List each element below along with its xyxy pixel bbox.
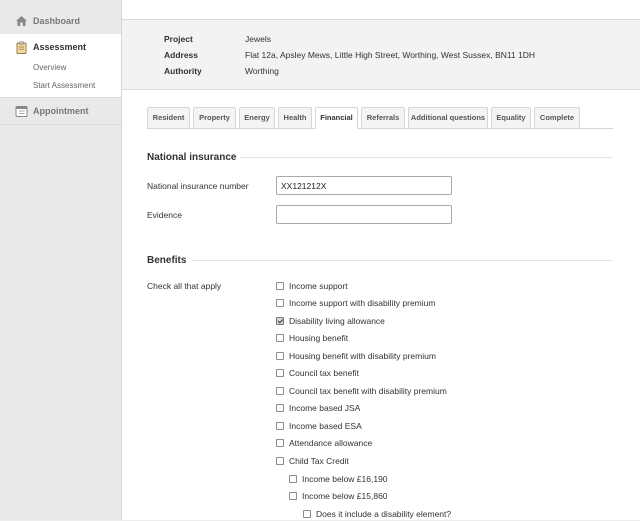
clipboard-icon	[15, 41, 28, 54]
benefit-option[interactable]: Attendance allowance	[276, 438, 606, 450]
tab-health[interactable]: Health	[278, 107, 312, 129]
benefit-checkbox[interactable]	[276, 404, 284, 412]
section-divider	[192, 260, 613, 261]
benefit-checkbox[interactable]	[276, 457, 284, 465]
section-divider	[240, 157, 613, 158]
main-content: Project Jewels Address Flat 12a, Apsley …	[121, 0, 640, 520]
authority-value: Worthing	[245, 66, 279, 76]
benefit-label: Income below £15,860	[302, 491, 388, 501]
benefit-checkbox[interactable]	[276, 299, 284, 307]
tab-bar: Resident Property Energy Health Financia…	[147, 107, 613, 129]
benefit-option[interactable]: Council tax benefit	[276, 368, 606, 380]
nav-assessment-label: Assessment	[33, 42, 87, 52]
nav-sub-start-assessment[interactable]: Start Assessment	[33, 81, 95, 90]
benefit-checkbox[interactable]	[276, 422, 284, 430]
benefit-label: Income based JSA	[289, 403, 361, 413]
nav-appointment-label: Appointment	[33, 106, 89, 116]
benefit-checkbox[interactable]	[276, 317, 284, 325]
benefit-label: Attendance allowance	[289, 438, 373, 448]
project-summary: Project Jewels Address Flat 12a, Apsley …	[122, 20, 640, 90]
tab-resident[interactable]: Resident	[147, 107, 190, 129]
benefits-heading: Benefits	[147, 255, 187, 266]
benefit-label: Does it include a disability element?	[316, 509, 452, 519]
benefit-checkbox[interactable]	[276, 282, 284, 290]
benefit-label: Income support with disability premium	[289, 298, 436, 308]
top-band	[122, 0, 640, 20]
benefit-checkbox[interactable]	[276, 334, 284, 342]
benefit-label: Income below £16,190	[302, 474, 388, 484]
nav-dashboard[interactable]: Dashboard	[0, 8, 121, 35]
benefit-label: Housing benefit	[289, 333, 349, 343]
benefit-option[interactable]: Income below £15,860	[289, 491, 619, 503]
project-label: Project	[164, 34, 193, 44]
ni-number-label: National insurance number	[147, 181, 249, 191]
evidence-input[interactable]	[276, 205, 452, 224]
tab-referrals[interactable]: Referrals	[361, 107, 405, 129]
tab-additional-questions[interactable]: Additional questions	[408, 107, 488, 129]
benefit-checkbox[interactable]	[289, 475, 297, 483]
calendar-icon	[15, 105, 28, 117]
benefit-option[interactable]: Income support with disability premium	[276, 298, 606, 310]
benefit-option[interactable]: Child Tax Credit	[276, 456, 606, 468]
tab-equality[interactable]: Equality	[491, 107, 531, 129]
project-value: Jewels	[245, 34, 271, 44]
benefit-label: Council tax benefit	[289, 368, 359, 378]
nav-dashboard-label: Dashboard	[33, 16, 81, 26]
nav-assessment[interactable]: Assessment Overview Start Assessment	[0, 34, 121, 98]
authority-label: Authority	[164, 66, 202, 76]
tab-complete[interactable]: Complete	[534, 107, 580, 129]
benefit-checkbox[interactable]	[289, 492, 297, 500]
evidence-label: Evidence	[147, 210, 182, 220]
tab-financial[interactable]: Financial	[315, 107, 358, 129]
benefit-option[interactable]: Disability living allowance	[276, 316, 606, 328]
benefit-option[interactable]: Income based ESA	[276, 421, 606, 433]
benefit-label: Income support	[289, 281, 348, 291]
sidebar: Dashboard Assessment Overview Start Asse…	[0, 0, 122, 520]
benefit-option[interactable]: Income based JSA	[276, 403, 606, 415]
benefit-option[interactable]: Council tax benefit with disability prem…	[276, 386, 606, 398]
benefit-option[interactable]: Income support	[276, 281, 606, 293]
benefit-label: Child Tax Credit	[289, 456, 349, 466]
benefit-checkbox[interactable]	[276, 439, 284, 447]
benefit-checkbox[interactable]	[276, 352, 284, 360]
benefit-option[interactable]: Housing benefit with disability premium	[276, 351, 606, 363]
benefit-checkbox[interactable]	[276, 369, 284, 377]
home-icon	[15, 15, 28, 27]
address-label: Address	[164, 50, 199, 60]
benefit-option[interactable]: Income below £16,190	[289, 474, 619, 486]
benefit-option[interactable]: Housing benefit	[276, 333, 606, 345]
tab-energy[interactable]: Energy	[239, 107, 275, 129]
benefit-label: Disability living allowance	[289, 316, 385, 326]
benefit-label: Income based ESA	[289, 421, 362, 431]
benefit-option[interactable]: Does it include a disability element?	[303, 509, 633, 521]
address-value: Flat 12a, Apsley Mews, Little High Stree…	[245, 50, 536, 60]
benefit-label: Housing benefit with disability premium	[289, 351, 436, 361]
tab-property[interactable]: Property	[193, 107, 236, 129]
nav-sub-overview[interactable]: Overview	[33, 63, 66, 72]
check-all-label: Check all that apply	[147, 281, 222, 291]
benefit-label: Council tax benefit with disability prem…	[289, 386, 447, 396]
benefit-checkbox[interactable]	[303, 510, 311, 518]
ni-number-input[interactable]	[276, 176, 452, 195]
national-insurance-heading: National insurance	[147, 152, 237, 163]
benefit-checkbox[interactable]	[276, 387, 284, 395]
nav-appointment[interactable]: Appointment	[0, 98, 121, 125]
